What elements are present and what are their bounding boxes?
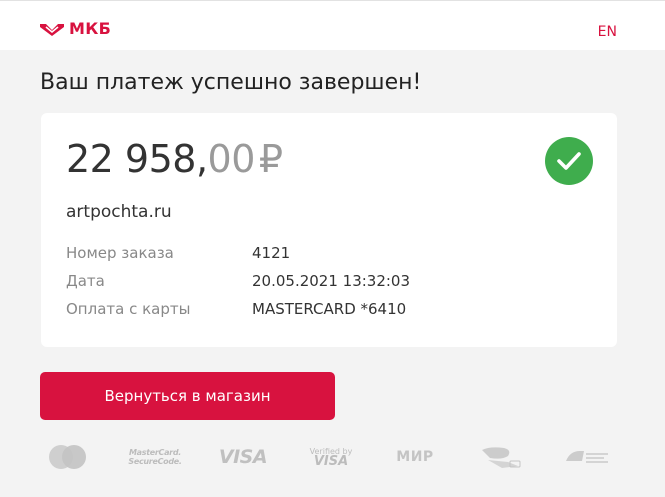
mkb-logo[interactable]: МКБ	[40, 19, 111, 39]
logo-text: МКБ	[69, 19, 112, 38]
payment-logos: MasterCard. SecureCode. VISA Verified by…	[40, 440, 620, 474]
verified-by-visa-icon: Verified by VISA	[306, 440, 356, 474]
mir-accept-icon	[477, 440, 525, 474]
detail-value: 20.05.2021 13:32:03	[252, 272, 411, 290]
pci-dss-icon	[563, 440, 613, 474]
detail-row-card: Оплата с карты MASTERCARD *6410	[66, 295, 410, 323]
amount-main: 22 958,	[66, 137, 208, 181]
language-switch[interactable]: EN	[598, 23, 617, 41]
success-check-icon	[545, 137, 593, 185]
merchant-name: artpochta.ru	[66, 202, 172, 222]
mastercard-icon	[48, 440, 88, 474]
vbv-line2: VISA	[313, 454, 349, 469]
mc-securecode-line1: MasterCard.	[129, 448, 181, 457]
payment-card: 22 958,00 ₽ artpochta.ru Номер заказа 412…	[41, 113, 617, 347]
payment-details: Номер заказа 4121 Дата 20.05.2021 13:32:…	[66, 239, 410, 323]
detail-value: 4121	[252, 244, 291, 262]
return-to-shop-button[interactable]: Вернуться в магазин	[40, 372, 335, 420]
mastercard-securecode-icon: MasterCard. SecureCode.	[128, 440, 182, 474]
detail-label: Дата	[66, 272, 105, 290]
amount-cents: 00	[207, 137, 256, 181]
payment-amount: 22 958,00 ₽	[66, 135, 283, 183]
detail-row-date: Дата 20.05.2021 13:32:03	[66, 267, 410, 295]
mkb-logo-icon	[40, 24, 64, 36]
detail-row-order: Номер заказа 4121	[66, 239, 410, 267]
detail-label: Оплата с карты	[66, 300, 191, 318]
header: МКБ EN	[0, 0, 665, 50]
detail-label: Номер заказа	[66, 244, 174, 262]
mc-securecode-line2: SecureCode.	[128, 457, 182, 466]
currency-sign: ₽	[258, 137, 283, 181]
visa-icon: VISA	[218, 446, 268, 468]
page-title: Ваш платеж успешно завершен!	[40, 70, 422, 95]
mir-icon: МИР	[396, 449, 434, 465]
detail-value: MASTERCARD *6410	[252, 300, 407, 318]
